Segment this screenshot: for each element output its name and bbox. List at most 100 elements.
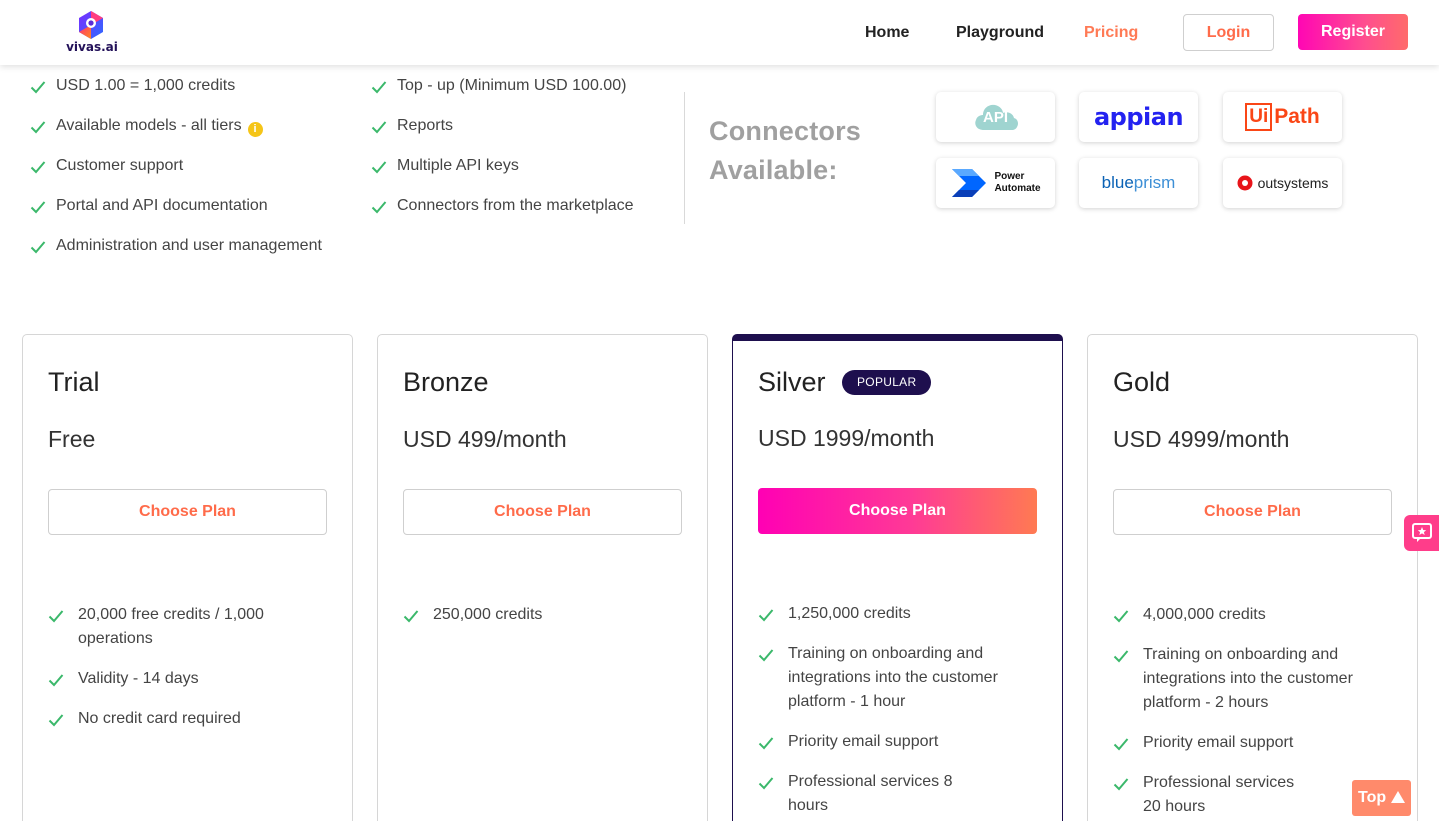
connectors-heading-line1: Connectors bbox=[709, 116, 862, 146]
plan-feature-text: 4,000,000 credits bbox=[1143, 606, 1266, 623]
check-icon bbox=[371, 121, 387, 134]
feedback-widget[interactable] bbox=[1404, 515, 1439, 551]
plan-feature-text: 20,000 free credits / 1,000 operations bbox=[78, 606, 264, 647]
nav-pricing[interactable]: Pricing bbox=[1084, 0, 1138, 65]
nav-home[interactable]: Home bbox=[865, 0, 909, 65]
appian-label: appian bbox=[1093, 103, 1184, 131]
plan-price: USD 1999/month bbox=[758, 425, 935, 451]
uipath-ui-label: Ui bbox=[1245, 103, 1273, 131]
feature-text: Portal and API documentation bbox=[56, 197, 268, 214]
plan-feature: Professional services 8 hours bbox=[758, 770, 1048, 818]
check-icon bbox=[758, 649, 774, 662]
power-automate-label: Power Automate bbox=[994, 171, 1040, 195]
register-button[interactable]: Register bbox=[1298, 14, 1408, 50]
plan-feature-text: Professional services 20 hours bbox=[1143, 774, 1295, 815]
check-icon bbox=[30, 121, 46, 134]
check-icon bbox=[30, 241, 46, 254]
plan-feature: Training on onboarding and integrations … bbox=[758, 642, 1048, 714]
check-icon bbox=[371, 201, 387, 214]
plan-card-bronze: Bronze USD 499/month Choose Plan 250,000… bbox=[377, 334, 708, 821]
check-icon bbox=[1113, 650, 1129, 663]
popular-badge: POPULAR bbox=[842, 370, 932, 395]
feedback-star-icon bbox=[1411, 523, 1432, 542]
plan-price: USD 4999/month bbox=[1113, 426, 1290, 452]
plan-feature: No credit card required bbox=[48, 707, 338, 731]
connector-uipath[interactable]: Ui Path bbox=[1223, 92, 1342, 142]
plan-feature: 4,000,000 credits bbox=[1113, 603, 1403, 627]
plan-feature-text: 250,000 credits bbox=[433, 606, 543, 623]
blueprism-label-b: prism bbox=[1133, 173, 1176, 192]
plan-feature-text: Training on onboarding and integrations … bbox=[788, 645, 998, 710]
connector-appian[interactable]: appian bbox=[1079, 92, 1198, 142]
connectors-heading: Connectors Available: bbox=[709, 112, 889, 190]
nav-playground[interactable]: Playground bbox=[956, 0, 1044, 65]
plan-card-silver: Silver POPULAR USD 1999/month Choose Pla… bbox=[732, 334, 1063, 821]
check-icon bbox=[30, 81, 46, 94]
feature-text: Customer support bbox=[56, 157, 184, 174]
check-icon bbox=[758, 737, 774, 750]
plan-name: Gold bbox=[1113, 367, 1171, 397]
connector-outsystems[interactable]: outsystems bbox=[1223, 158, 1342, 208]
logo-mark-icon bbox=[79, 11, 103, 39]
power-automate-icon bbox=[952, 169, 987, 197]
check-icon bbox=[371, 81, 387, 94]
plan-name: Bronze bbox=[403, 367, 489, 397]
check-icon bbox=[371, 161, 387, 174]
check-icon bbox=[30, 161, 46, 174]
connector-api[interactable]: API bbox=[936, 92, 1055, 142]
section-divider bbox=[684, 92, 685, 224]
plan-name: Trial bbox=[48, 367, 100, 397]
feature-text: Multiple API keys bbox=[397, 157, 519, 174]
login-button[interactable]: Login bbox=[1183, 14, 1274, 51]
choose-plan-button[interactable]: Choose Plan bbox=[1113, 489, 1392, 535]
plan-feature: Validity - 14 days bbox=[48, 667, 338, 691]
plan-feature: Training on onboarding and integrations … bbox=[1113, 643, 1403, 715]
blueprism-label-a: blue bbox=[1101, 173, 1134, 192]
info-icon[interactable]: i bbox=[247, 122, 263, 137]
check-icon bbox=[1113, 610, 1129, 623]
power-automate-label-line1: Power bbox=[994, 171, 1025, 182]
plan-feature-text: Validity - 14 days bbox=[78, 670, 199, 687]
plan-feature: Priority email support bbox=[758, 730, 1048, 754]
plan-feature-text: Training on onboarding and integrations … bbox=[1143, 646, 1353, 711]
outsystems-label: outsystems bbox=[1257, 175, 1329, 191]
top-navbar: vivas.ai Home Playground Pricing Login R… bbox=[0, 0, 1439, 65]
check-icon bbox=[48, 714, 64, 727]
plan-card-trial: Trial Free Choose Plan 20,000 free credi… bbox=[22, 334, 353, 821]
feature-text: USD 1.00 = 1,000 credits bbox=[56, 77, 236, 94]
uipath-path-label: Path bbox=[1274, 105, 1320, 128]
check-icon bbox=[1113, 738, 1129, 751]
feature-text: Available models - all tiers i bbox=[56, 115, 263, 137]
check-icon bbox=[758, 777, 774, 790]
check-icon bbox=[48, 674, 64, 687]
choose-plan-button[interactable]: Choose Plan bbox=[403, 489, 682, 535]
plan-feature-text: Priority email support bbox=[788, 733, 939, 750]
plan-price: Free bbox=[48, 426, 96, 452]
feature-text: Top - up (Minimum USD 100.00) bbox=[397, 77, 627, 94]
choose-plan-button[interactable]: Choose Plan bbox=[758, 488, 1037, 534]
check-icon bbox=[48, 610, 64, 623]
connector-blueprism[interactable]: blue prism bbox=[1079, 158, 1198, 208]
plan-feature-text: Priority email support bbox=[1143, 734, 1294, 751]
check-icon bbox=[758, 609, 774, 622]
outsystems-icon bbox=[1237, 175, 1253, 191]
check-icon bbox=[30, 201, 46, 214]
feature-text: Connectors from the marketplace bbox=[397, 197, 634, 214]
vivas-logo[interactable]: vivas.ai bbox=[63, 10, 121, 56]
check-icon bbox=[1113, 778, 1129, 791]
plan-feature: 250,000 credits bbox=[403, 603, 693, 627]
plan-feature-text: No credit card required bbox=[78, 710, 241, 727]
arrow-up-icon bbox=[1391, 791, 1406, 803]
api-label: API bbox=[983, 109, 1009, 126]
power-automate-label-line2: Automate bbox=[994, 183, 1041, 194]
scroll-top-button[interactable]: Top bbox=[1352, 780, 1411, 816]
feature-text: Reports bbox=[397, 117, 454, 134]
plan-feature: 20,000 free credits / 1,000 operations bbox=[48, 603, 338, 651]
plan-feature: 1,250,000 credits bbox=[758, 602, 1048, 626]
choose-plan-button[interactable]: Choose Plan bbox=[48, 489, 327, 535]
plan-name: Silver bbox=[758, 367, 826, 397]
connectors-heading-line2: Available: bbox=[709, 155, 838, 185]
plan-feature-text: Professional services 8 hours bbox=[788, 773, 953, 814]
check-icon bbox=[403, 610, 419, 623]
connector-power-automate[interactable]: Power Automate bbox=[936, 158, 1055, 208]
